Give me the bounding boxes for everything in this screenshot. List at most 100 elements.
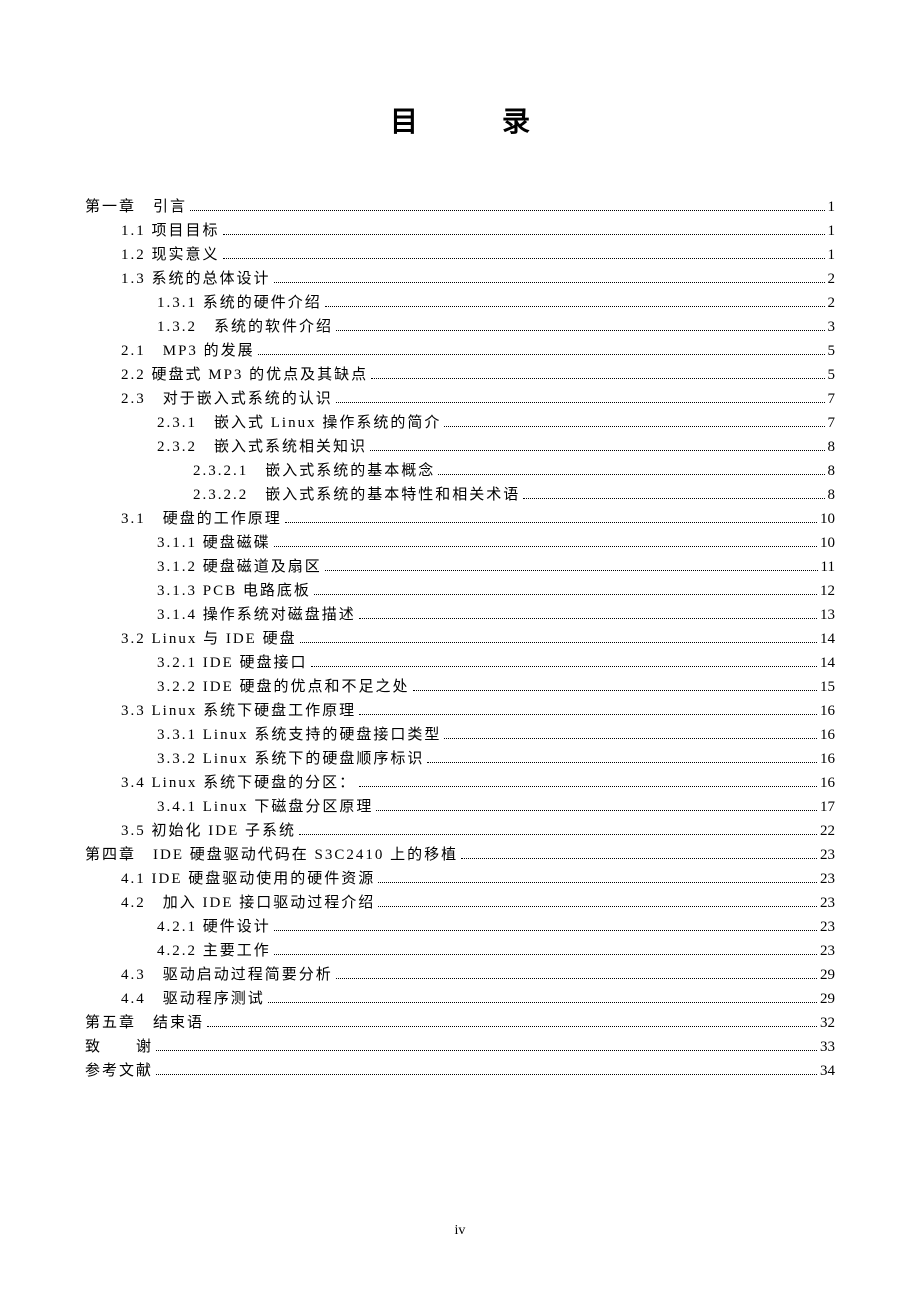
toc-dot-leader — [258, 354, 825, 355]
toc-entry: 2.2 硬盘式 MP3 的优点及其缺点5 — [85, 363, 835, 387]
toc-entry-page: 22 — [820, 819, 835, 843]
toc-dot-leader — [359, 618, 817, 619]
toc-entry: 4.2.2 主要工作23 — [85, 939, 835, 963]
toc-dot-leader — [376, 810, 817, 811]
toc-entry-page: 5 — [828, 363, 836, 387]
toc-dot-leader — [274, 282, 825, 283]
toc-dot-leader — [156, 1050, 817, 1051]
toc-entry: 3.5 初始化 IDE 子系统 22 — [85, 819, 835, 843]
toc-entry: 3.3.2 Linux 系统下的硬盘顺序标识 16 — [85, 747, 835, 771]
toc-dot-leader — [325, 306, 825, 307]
toc-entry: 第四章 IDE 硬盘驱动代码在 S3C2410 上的移植23 — [85, 843, 835, 867]
toc-entry-label: 致 谢 — [85, 1035, 153, 1059]
toc-entry-page: 13 — [820, 603, 835, 627]
toc-entry: 4.4 驱动程序测试29 — [85, 987, 835, 1011]
toc-dot-leader — [359, 714, 817, 715]
toc-entry-page: 1 — [828, 243, 836, 267]
toc-entry-page: 10 — [820, 507, 835, 531]
toc-entry-page: 5 — [828, 339, 836, 363]
toc-entry-page: 10 — [820, 531, 835, 555]
toc-dot-leader — [336, 978, 817, 979]
toc-dot-leader — [378, 882, 817, 883]
toc-entry: 3.3 Linux 系统下硬盘工作原理16 — [85, 699, 835, 723]
toc-dot-leader — [223, 258, 825, 259]
toc-entry: 1.3.1 系统的硬件介绍 2 — [85, 291, 835, 315]
toc-entry-label: 4.2.1 硬件设计 — [157, 915, 271, 939]
toc-entry: 2.3 对于嵌入式系统的认识7 — [85, 387, 835, 411]
toc-entry: 4.1 IDE 硬盘驱动使用的硬件资源23 — [85, 867, 835, 891]
toc-dot-leader — [371, 378, 824, 379]
toc-entry-page: 32 — [820, 1011, 835, 1035]
toc-entry-page: 16 — [820, 771, 835, 795]
toc-entry-label: 3.1.3 PCB 电路底板 — [157, 579, 311, 603]
toc-entry-label: 参考文献 — [85, 1059, 153, 1083]
toc-entry-label: 3.1.4 操作系统对磁盘描述 — [157, 603, 356, 627]
toc-entry: 2.3.2.1 嵌入式系统的基本概念8 — [85, 459, 835, 483]
toc-entry-label: 第四章 IDE 硬盘驱动代码在 S3C2410 上的移植 — [85, 843, 458, 867]
toc-dot-leader — [285, 522, 817, 523]
toc-dot-leader — [325, 570, 818, 571]
toc-entry: 3.1.4 操作系统对磁盘描述 13 — [85, 603, 835, 627]
toc-entry-label: 1.2 现实意义 — [121, 243, 220, 267]
toc-entry-page: 2 — [828, 267, 836, 291]
toc-entry: 第五章 结束语 32 — [85, 1011, 835, 1035]
toc-entry: 1.1 项目目标1 — [85, 219, 835, 243]
toc-entry: 4.2 加入 IDE 接口驱动过程介绍23 — [85, 891, 835, 915]
toc-entry-label: 4.4 驱动程序测试 — [121, 987, 265, 1011]
toc-entry-page: 16 — [820, 723, 835, 747]
toc-entry: 3.4.1 Linux 下磁盘分区原理17 — [85, 795, 835, 819]
toc-entry-page: 16 — [820, 747, 835, 771]
toc-entry-label: 3.5 初始化 IDE 子系统 — [121, 819, 296, 843]
toc-entry: 2.3.2.2 嵌入式系统的基本特性和相关术语8 — [85, 483, 835, 507]
toc-entry-label: 第一章 引言 — [85, 195, 187, 219]
toc-dot-leader — [438, 474, 824, 475]
toc-entry-page: 3 — [828, 315, 836, 339]
toc-entry-page: 23 — [820, 915, 835, 939]
toc-entry-label: 3.1.1 硬盘磁碟 — [157, 531, 271, 555]
toc-dot-leader — [444, 738, 817, 739]
toc-entry-page: 8 — [828, 459, 836, 483]
toc-dot-leader — [427, 762, 817, 763]
toc-entry-label: 1.3.1 系统的硬件介绍 — [157, 291, 322, 315]
toc-dot-leader — [274, 954, 817, 955]
toc-entry-label: 2.3.1 嵌入式 Linux 操作系统的简介 — [157, 411, 441, 435]
toc-entry-page: 23 — [820, 891, 835, 915]
toc-dot-leader — [523, 498, 824, 499]
toc-entry-page: 33 — [820, 1035, 835, 1059]
toc-entry-label: 4.2.2 主要工作 — [157, 939, 271, 963]
toc-dot-leader — [300, 642, 817, 643]
toc-entry-label: 第五章 结束语 — [85, 1011, 204, 1035]
toc-entry-label: 3.4 Linux 系统下硬盘的分区： — [121, 771, 356, 795]
toc-entry-page: 17 — [820, 795, 835, 819]
toc-entry-label: 2.1 MP3 的发展 — [121, 339, 255, 363]
toc-entry-page: 34 — [820, 1059, 835, 1083]
toc-entry: 2.3.1 嵌入式 Linux 操作系统的简介 7 — [85, 411, 835, 435]
toc-dot-leader — [336, 330, 824, 331]
toc-entry-label: 4.3 驱动启动过程简要分析 — [121, 963, 333, 987]
toc-entry: 2.3.2 嵌入式系统相关知识 8 — [85, 435, 835, 459]
document-page: 目 录 第一章 引言11.1 项目目标11.2 现实意义11.3 系统的总体设计… — [0, 0, 920, 1279]
toc-entry-label: 2.3.2 嵌入式系统相关知识 — [157, 435, 367, 459]
toc-entry-label: 3.3.2 Linux 系统下的硬盘顺序标识 — [157, 747, 424, 771]
toc-entry-page: 7 — [828, 387, 836, 411]
toc-dot-leader — [268, 1002, 817, 1003]
toc-entry: 第一章 引言1 — [85, 195, 835, 219]
toc-entry: 4.2.1 硬件设计 23 — [85, 915, 835, 939]
title-right: 录 — [502, 107, 530, 138]
toc-dot-leader — [378, 906, 817, 907]
toc-entry-page: 14 — [820, 651, 835, 675]
toc-entry-page: 7 — [828, 411, 836, 435]
toc-entry: 1.3 系统的总体设计2 — [85, 267, 835, 291]
toc-dot-leader — [274, 546, 817, 547]
toc-entry-page: 2 — [828, 291, 836, 315]
toc-entry-page: 8 — [828, 435, 836, 459]
toc-entry: 2.1 MP3 的发展 5 — [85, 339, 835, 363]
toc-entry-label: 1.3.2 系统的软件介绍 — [157, 315, 333, 339]
toc-entry-label: 2.3.2.2 嵌入式系统的基本特性和相关术语 — [193, 483, 520, 507]
toc-entry: 3.3.1 Linux 系统支持的硬盘接口类型16 — [85, 723, 835, 747]
toc-entry: 3.1.2 硬盘磁道及扇区11 — [85, 555, 835, 579]
toc-dot-leader — [461, 858, 817, 859]
toc-entry: 3.1.3 PCB 电路底板12 — [85, 579, 835, 603]
toc-entry: 3.1 硬盘的工作原理10 — [85, 507, 835, 531]
toc-entry-label: 1.1 项目目标 — [121, 219, 220, 243]
